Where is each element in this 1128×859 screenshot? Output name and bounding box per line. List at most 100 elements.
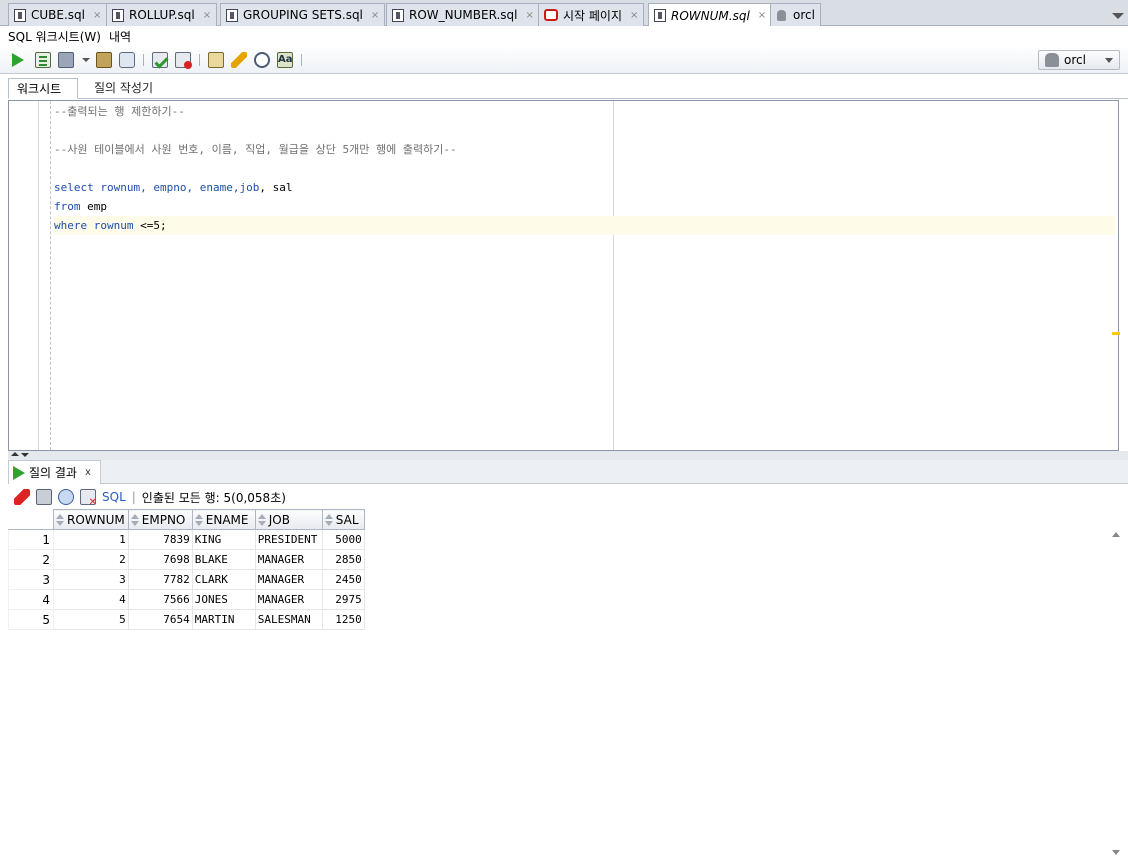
table-row[interactable]: 5 5 7654 MARTIN SALESMAN 1250 [8, 609, 365, 630]
pin-icon[interactable] [14, 489, 30, 505]
row-number[interactable]: 1 [8, 529, 54, 550]
sort-icon[interactable] [56, 513, 64, 526]
sort-icon[interactable] [324, 513, 333, 526]
sql-file-icon [112, 8, 124, 22]
cell-empno[interactable]: 7654 [127, 609, 193, 630]
column-header-ename[interactable]: ENAME [191, 509, 256, 530]
row-number[interactable]: 4 [8, 589, 54, 610]
cell-job[interactable]: MANAGER [254, 569, 323, 590]
chevron-up-icon[interactable] [1112, 532, 1120, 537]
column-header-rownum[interactable]: ROWNUM [53, 509, 129, 530]
close-icon[interactable]: × [93, 10, 101, 21]
sql-link[interactable]: SQL [102, 490, 126, 504]
overview-marker[interactable] [1112, 332, 1120, 335]
cell-ename[interactable]: KING [191, 529, 256, 550]
cell-sal[interactable]: 2850 [321, 549, 365, 570]
cell-rownum[interactable]: 1 [53, 529, 129, 550]
cell-job[interactable]: MANAGER [254, 549, 323, 570]
sql-tuning-icon[interactable] [119, 52, 135, 68]
sort-icon[interactable] [194, 513, 203, 526]
connection-select[interactable]: orcl [1038, 50, 1120, 70]
toolbar-separator: | [131, 490, 136, 504]
cell-empno[interactable]: 7698 [127, 549, 193, 570]
results-scrollbar[interactable] [1112, 530, 1120, 859]
refresh-icon[interactable] [58, 489, 74, 505]
row-number[interactable]: 3 [8, 569, 54, 590]
cell-job[interactable]: MANAGER [254, 589, 323, 610]
table-row[interactable]: 1 1 7839 KING PRESIDENT 5000 [8, 529, 365, 550]
autotrace-icon[interactable] [58, 52, 74, 68]
cell-empno[interactable]: 7782 [127, 569, 193, 590]
column-header-sal[interactable]: SAL [321, 509, 365, 530]
cell-ename[interactable]: BLAKE [191, 549, 256, 570]
table-row[interactable]: 4 4 7566 JONES MANAGER 2975 [8, 589, 365, 610]
close-icon[interactable]: × [526, 10, 534, 21]
code-line-where: where rownum <=5; [54, 216, 1115, 235]
connection-name: orcl [1064, 53, 1086, 67]
column-header-empno[interactable]: EMPNO [127, 509, 193, 530]
tab-start-page[interactable]: 시작 페이지 × [538, 3, 645, 26]
cell-ename[interactable]: MARTIN [191, 609, 256, 630]
cell-rownum[interactable]: 3 [53, 569, 129, 590]
chevron-down-icon[interactable] [21, 453, 29, 457]
chevron-up-icon[interactable] [11, 452, 19, 456]
run-script-icon[interactable] [35, 52, 51, 68]
tab-rownum-sql[interactable]: ROWNUM.sql × [648, 3, 773, 27]
clear-results-icon[interactable] [80, 489, 97, 508]
cell-job[interactable]: SALESMAN [254, 609, 323, 630]
tab-grouping-sets-sql[interactable]: GROUPING SETS.sql × [220, 3, 386, 26]
close-icon[interactable]: × [630, 10, 638, 21]
tab-query-result[interactable]: 질의 결과 x [8, 460, 101, 484]
print-icon[interactable] [36, 489, 52, 505]
commit-icon[interactable] [152, 52, 168, 68]
cell-empno[interactable]: 7566 [127, 589, 193, 610]
cell-job[interactable]: PRESIDENT [254, 529, 323, 550]
close-icon[interactable]: × [371, 10, 379, 21]
run-statement-icon[interactable] [12, 53, 24, 67]
clear-icon[interactable] [231, 52, 247, 68]
cell-empno[interactable]: 7839 [127, 529, 193, 550]
column-header-job[interactable]: JOB [254, 509, 323, 530]
explain-plan-icon[interactable] [96, 52, 112, 68]
chevron-down-icon[interactable] [1112, 850, 1120, 855]
cell-sal[interactable]: 5000 [321, 529, 365, 550]
tab-cube-sql[interactable]: CUBE.sql × [8, 3, 108, 26]
tab-rollup-sql[interactable]: ROLLUP.sql × [106, 3, 218, 26]
table-row[interactable]: 3 3 7782 CLARK MANAGER 2450 [8, 569, 365, 590]
results-table: ROWNUM EMPNO ENAME JOB SAL 1 1 7839 KING… [8, 509, 365, 630]
chevron-down-icon[interactable] [82, 58, 90, 62]
tab-orcl[interactable]: orcl [770, 3, 821, 26]
cell-rownum[interactable]: 4 [53, 589, 129, 610]
cell-sal[interactable]: 2975 [321, 589, 365, 610]
tab-list-dropdown-icon[interactable] [1112, 7, 1124, 19]
history-icon[interactable] [254, 52, 270, 68]
close-icon[interactable]: x [85, 467, 91, 478]
format-case-icon[interactable]: Aa [277, 52, 293, 68]
results-grid[interactable]: ROWNUM EMPNO ENAME JOB SAL 1 1 7839 KING… [8, 509, 1120, 859]
table-row[interactable]: 2 2 7698 BLAKE MANAGER 2850 [8, 549, 365, 570]
cell-ename[interactable]: CLARK [191, 569, 256, 590]
rollback-icon[interactable] [175, 52, 192, 69]
line-gutter[interactable] [9, 101, 39, 450]
history-menu[interactable]: 내역 [109, 28, 131, 45]
sql-worksheet-menu[interactable]: SQL 워크시트(W) [8, 28, 101, 45]
cell-ename[interactable]: JONES [191, 589, 256, 610]
row-number[interactable]: 2 [8, 549, 54, 570]
close-icon[interactable]: × [203, 10, 211, 21]
close-icon[interactable]: × [758, 10, 766, 21]
cell-rownum[interactable]: 5 [53, 609, 129, 630]
sort-icon[interactable] [130, 513, 139, 526]
unshared-sql-icon[interactable] [208, 52, 224, 68]
sql-editor[interactable]: --출력되는 행 제한하기-- --사원 테이블에서 사원 번호, 이름, 직업… [8, 100, 1120, 451]
row-number[interactable]: 5 [8, 609, 54, 630]
tab-row-number-sql[interactable]: ROW_NUMBER.sql × [386, 3, 540, 26]
cell-sal[interactable]: 1250 [321, 609, 365, 630]
tab-query-builder[interactable]: 질의 작성기 [86, 78, 161, 99]
cell-rownum[interactable]: 2 [53, 549, 129, 570]
sort-icon[interactable] [257, 513, 266, 526]
pane-splitter[interactable] [8, 451, 1128, 460]
tab-label: 시작 페이지 [563, 8, 623, 23]
tab-worksheet[interactable]: 워크시트 [8, 78, 78, 99]
cell-sal[interactable]: 2450 [321, 569, 365, 590]
code-area[interactable]: --출력되는 행 제한하기-- --사원 테이블에서 사원 번호, 이름, 직업… [54, 102, 1118, 235]
